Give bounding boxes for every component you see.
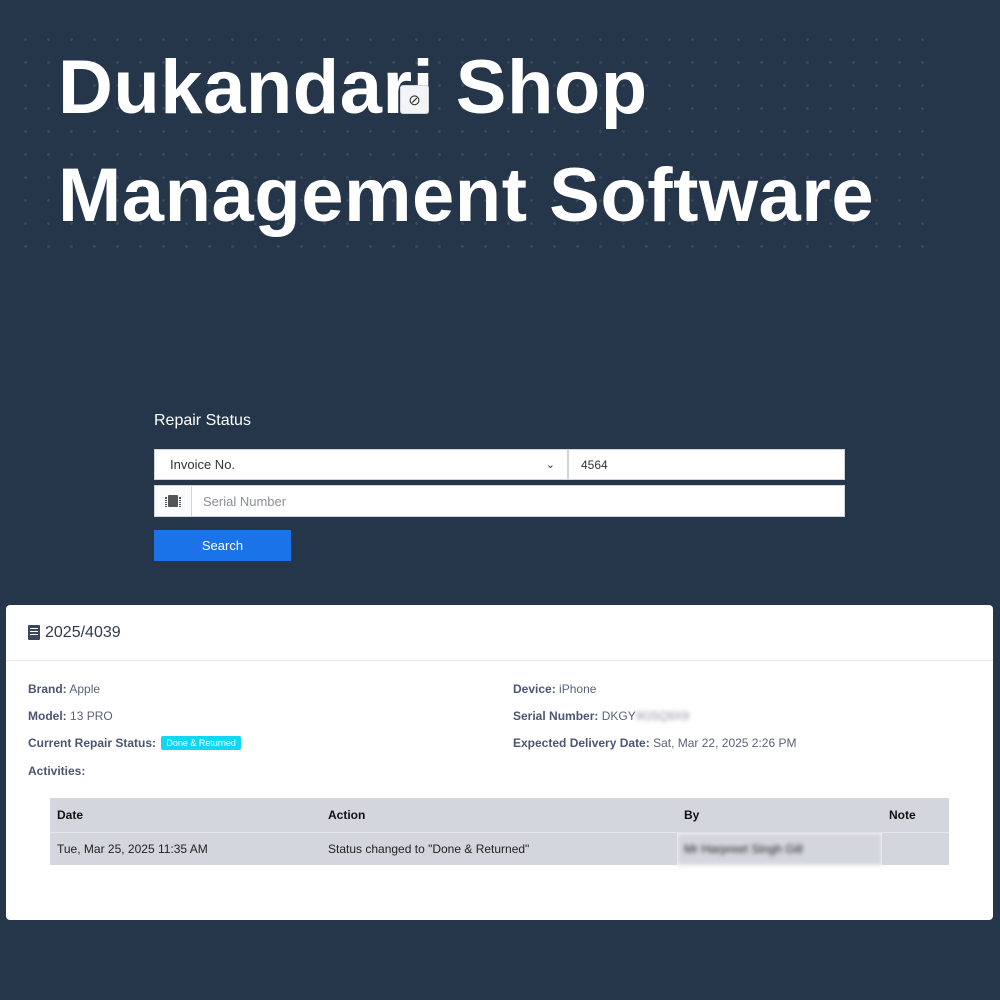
search-type-select[interactable]: Invoice No. ⌄ (154, 449, 568, 480)
device-value: iPhone (559, 682, 597, 696)
model-value: 13 PRO (70, 709, 113, 723)
page: Dukandari Shop Management Software ⊘ Rep… (0, 0, 1000, 1000)
repair-status-heading: Repair Status (154, 412, 251, 429)
model-label: Model: (28, 709, 67, 723)
hero-title-line-2: Management Software (58, 153, 875, 238)
block-icon[interactable]: ⊘ (400, 85, 429, 114)
device-field: Device: iPhone (513, 682, 596, 696)
serial-addon (155, 486, 192, 516)
serial-number-field[interactable]: Serial Number (154, 485, 845, 517)
column-by: By (677, 798, 882, 833)
row-date: Tue, Mar 25, 2025 11:35 AM (50, 832, 321, 865)
column-note: Note (882, 798, 949, 833)
hero-title-line-1: Dukandari Shop (58, 45, 648, 130)
repair-result-card: 2025/4039 Brand: Apple Model: 13 PRO Cur… (6, 605, 993, 920)
serial-number-input[interactable]: Serial Number (192, 486, 286, 516)
activities-field: Activities: (28, 764, 85, 778)
search-button[interactable]: Search (154, 530, 291, 561)
chevron-down-icon: ⌄ (545, 459, 555, 471)
activities-table: Date Action By Note Tue, Mar 25, 2025 11… (50, 798, 949, 865)
activities-label: Activities: (28, 764, 86, 778)
row-by: Mr Harpreet Singh Gill (677, 832, 882, 865)
invoice-title: 2025/4039 (45, 623, 121, 641)
status-field: Current Repair Status: Done & Returned (28, 736, 241, 750)
receipt-icon (28, 625, 40, 640)
hero-title: Dukandari Shop Management Software (58, 34, 874, 250)
serial-value: DKGY (601, 709, 636, 723)
brand-field: Brand: Apple (28, 682, 100, 696)
delivery-label: Expected Delivery Date: (513, 736, 650, 750)
brand-value: Apple (69, 682, 101, 696)
search-type-value: Invoice No. (170, 457, 236, 472)
row-action: Status changed to "Done & Returned" (321, 832, 677, 865)
table-header-row: Date Action By Note (50, 798, 949, 833)
delivery-value: Sat, Mar 22, 2025 2:26 PM (653, 736, 797, 750)
serial-label: Serial Number: (513, 709, 599, 723)
table-row: Tue, Mar 25, 2025 11:35 AM Status change… (50, 832, 949, 865)
row-note (882, 832, 949, 865)
column-date: Date (50, 798, 321, 833)
status-label: Current Repair Status: (28, 736, 157, 750)
model-field: Model: 13 PRO (28, 709, 113, 723)
serial-field: Serial Number: DKGY9G5Q9X9 (513, 709, 689, 723)
status-badge: Done & Returned (161, 736, 241, 750)
device-label: Device: (513, 682, 556, 696)
delivery-field: Expected Delivery Date: Sat, Mar 22, 202… (513, 736, 797, 750)
invoice-number-input[interactable]: 4564 (568, 449, 845, 480)
chip-icon (165, 495, 181, 507)
card-header: 2025/4039 (6, 605, 993, 661)
column-action: Action (321, 798, 677, 833)
serial-value-blurred: 9G5Q9X9 (635, 709, 690, 723)
brand-label: Brand: (28, 682, 67, 696)
